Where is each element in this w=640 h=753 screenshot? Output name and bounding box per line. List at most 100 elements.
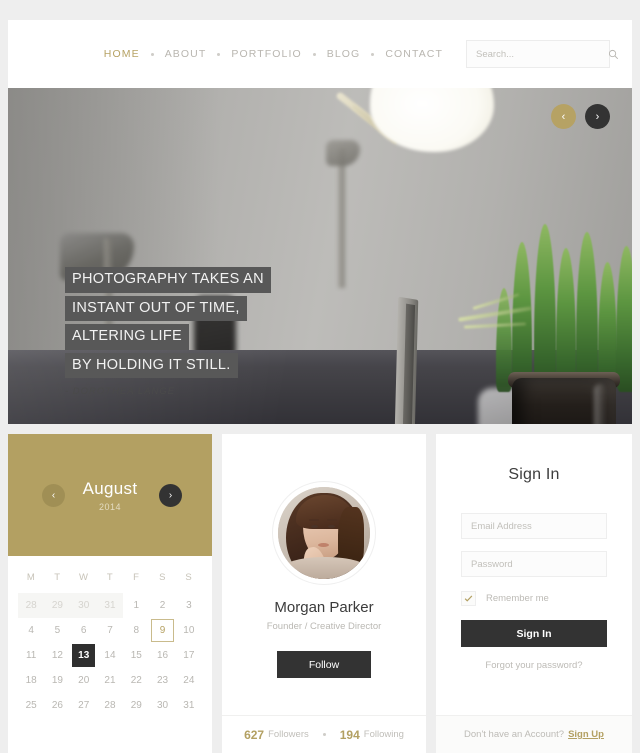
- nav-item-about[interactable]: ABOUT: [164, 46, 208, 62]
- calendar-title: August 2014: [83, 479, 138, 512]
- site-header: HOME ABOUT PORTFOLIO BLOG CONTACT: [8, 20, 632, 88]
- signin-title: Sign In: [508, 466, 560, 483]
- calendar-day-cell[interactable]: 23: [149, 668, 175, 693]
- main-navigation: HOME ABOUT PORTFOLIO BLOG CONTACT: [103, 46, 444, 62]
- forgot-password-link[interactable]: Forgot your password?: [485, 660, 582, 671]
- nav-item-home[interactable]: HOME: [103, 46, 141, 62]
- avatar: [273, 482, 375, 584]
- calendar-body: M T W T F S S 28 29 30 31 1 2 3 4 5 6 7 8 9 10 11 12 13 1…: [8, 556, 212, 726]
- profile-card: Morgan Parker Founder / Creative Directo…: [222, 434, 426, 753]
- calendar-day-cell[interactable]: 1: [123, 593, 149, 618]
- nav-separator-dot: [312, 52, 316, 56]
- calendar-day-cell[interactable]: 20: [71, 668, 97, 693]
- photo-jar-highlight: [594, 384, 606, 424]
- hero-carousel-controls: ‹ ›: [551, 104, 610, 129]
- nav-item-blog[interactable]: BLOG: [326, 46, 362, 62]
- following-label: Following: [363, 729, 404, 740]
- avatar-photo: [278, 487, 370, 579]
- calendar-day-cell[interactable]: 22: [123, 668, 149, 693]
- calendar-day-marked: 9: [151, 619, 175, 642]
- calendar-header: ‹ August 2014 ›: [8, 434, 212, 556]
- following-count: 194: [339, 727, 360, 742]
- calendar-day-cell[interactable]: 25: [18, 693, 44, 718]
- calendar-day-cell[interactable]: 30: [70, 593, 97, 618]
- calendar-day-cell[interactable]: 6: [71, 618, 97, 643]
- photo-plant: [458, 216, 632, 392]
- calendar-weekday: S: [159, 572, 166, 583]
- calendar-weekday: W: [78, 572, 89, 583]
- calendar-day-cell[interactable]: 29: [123, 693, 149, 718]
- calendar-day-cell[interactable]: 19: [44, 668, 70, 693]
- signup-link[interactable]: Sign Up: [568, 729, 604, 740]
- followers-label: Followers: [268, 729, 309, 740]
- calendar-day-cell[interactable]: 16: [149, 643, 175, 668]
- calendar-day-cell[interactable]: 21: [97, 668, 123, 693]
- search-input[interactable]: [476, 48, 608, 60]
- search-box[interactable]: [466, 40, 619, 68]
- calendar-weekday: T: [106, 572, 114, 583]
- calendar-day-cell[interactable]: 17: [176, 643, 202, 668]
- hero-quote-line: PHOTOGRAPHY TAKES AN: [65, 267, 271, 293]
- hero-prev-button[interactable]: ‹: [551, 104, 576, 129]
- calendar-day-cell[interactable]: 29: [44, 593, 71, 618]
- calendar-day-cell[interactable]: 31: [176, 693, 202, 718]
- profile-name: Morgan Parker: [274, 599, 374, 616]
- hero-quote-line: BY HOLDING IT STILL.: [65, 352, 238, 378]
- nav-separator-dot: [150, 52, 154, 56]
- remember-me-row[interactable]: Remember me: [461, 591, 607, 606]
- calendar-year-label: 2014: [98, 501, 121, 512]
- hero-slider: PHOTOGRAPHY TAKES AN INSTANT OUT OF TIME…: [8, 88, 632, 424]
- nav-item-portfolio[interactable]: PORTFOLIO: [230, 46, 302, 62]
- calendar-day-cell[interactable]: 30: [149, 693, 175, 718]
- hero-quote-author: - DOROTHEA LANGE: [65, 386, 176, 397]
- calendar-day-cell[interactable]: 24: [176, 668, 202, 693]
- calendar-day-cell[interactable]: 28: [18, 593, 45, 618]
- remember-me-label: Remember me: [486, 593, 549, 604]
- profile-stats: 627 Followers 194 Following: [222, 715, 426, 753]
- calendar-day-cell[interactable]: 8: [123, 618, 149, 643]
- calendar-weekday: F: [133, 572, 140, 583]
- followers-count: 627: [244, 727, 265, 742]
- email-field[interactable]: [461, 513, 607, 539]
- calendar-day-cell[interactable]: 27: [71, 693, 97, 718]
- signin-card: Sign In Remember me Sign In Forgot your …: [436, 434, 632, 753]
- password-field[interactable]: [461, 551, 607, 577]
- calendar-day-cell[interactable]: 15: [123, 643, 149, 668]
- calendar-day-cell[interactable]: 10: [176, 618, 202, 643]
- widget-row: ‹ August 2014 › M T W T F S S 28 29 30 31 1 2…: [8, 434, 632, 753]
- calendar-day-cell[interactable]: 31: [96, 593, 124, 618]
- nav-separator-dot: [371, 52, 375, 56]
- stats-separator-dot: [322, 733, 326, 736]
- calendar-day-cell[interactable]: 3: [176, 593, 202, 618]
- calendar-weekday-row: M T W T F S S: [18, 568, 202, 593]
- calendar-day-cell[interactable]: 9: [149, 618, 175, 643]
- calendar-prev-month-button[interactable]: ‹: [42, 483, 65, 507]
- calendar-next-month-button[interactable]: ›: [159, 483, 182, 507]
- follow-button[interactable]: Follow: [277, 651, 371, 678]
- calendar-weekday: S: [185, 572, 193, 583]
- photo-lamp-stem: [338, 148, 345, 288]
- calendar-day-cell[interactable]: 18: [18, 668, 44, 693]
- calendar-widget: ‹ August 2014 › M T W T F S S 28 29 30 31 1 2…: [8, 434, 212, 753]
- calendar-day-cell[interactable]: 7: [97, 618, 123, 643]
- calendar-day-cell[interactable]: 5: [44, 618, 70, 643]
- signup-bar: Don't have an Account? Sign Up: [436, 715, 632, 753]
- hero-quote: PHOTOGRAPHY TAKES AN INSTANT OUT OF TIME…: [65, 267, 271, 397]
- profile-role: Founder / Creative Director: [266, 621, 382, 632]
- calendar-day-cell[interactable]: 26: [44, 693, 70, 718]
- calendar-day-cell[interactable]: 28: [97, 693, 123, 718]
- calendar-day-cell[interactable]: 14: [97, 643, 123, 668]
- hero-next-button[interactable]: ›: [585, 104, 610, 129]
- hero-quote-line: INSTANT OUT OF TIME,: [65, 295, 247, 321]
- calendar-weekday: M: [26, 572, 36, 583]
- calendar-day-cell[interactable]: 2: [149, 593, 175, 618]
- search-icon[interactable]: [608, 49, 619, 60]
- calendar-day-cell[interactable]: 11: [18, 643, 44, 668]
- calendar-day-cell[interactable]: 13: [71, 643, 97, 668]
- nav-item-contact[interactable]: CONTACT: [384, 46, 444, 62]
- signup-prompt: Don't have an Account?: [464, 729, 565, 740]
- remember-me-checkbox[interactable]: [461, 591, 476, 606]
- calendar-day-cell[interactable]: 12: [44, 643, 70, 668]
- signin-submit-button[interactable]: Sign In: [461, 620, 607, 647]
- calendar-day-cell[interactable]: 4: [18, 618, 44, 643]
